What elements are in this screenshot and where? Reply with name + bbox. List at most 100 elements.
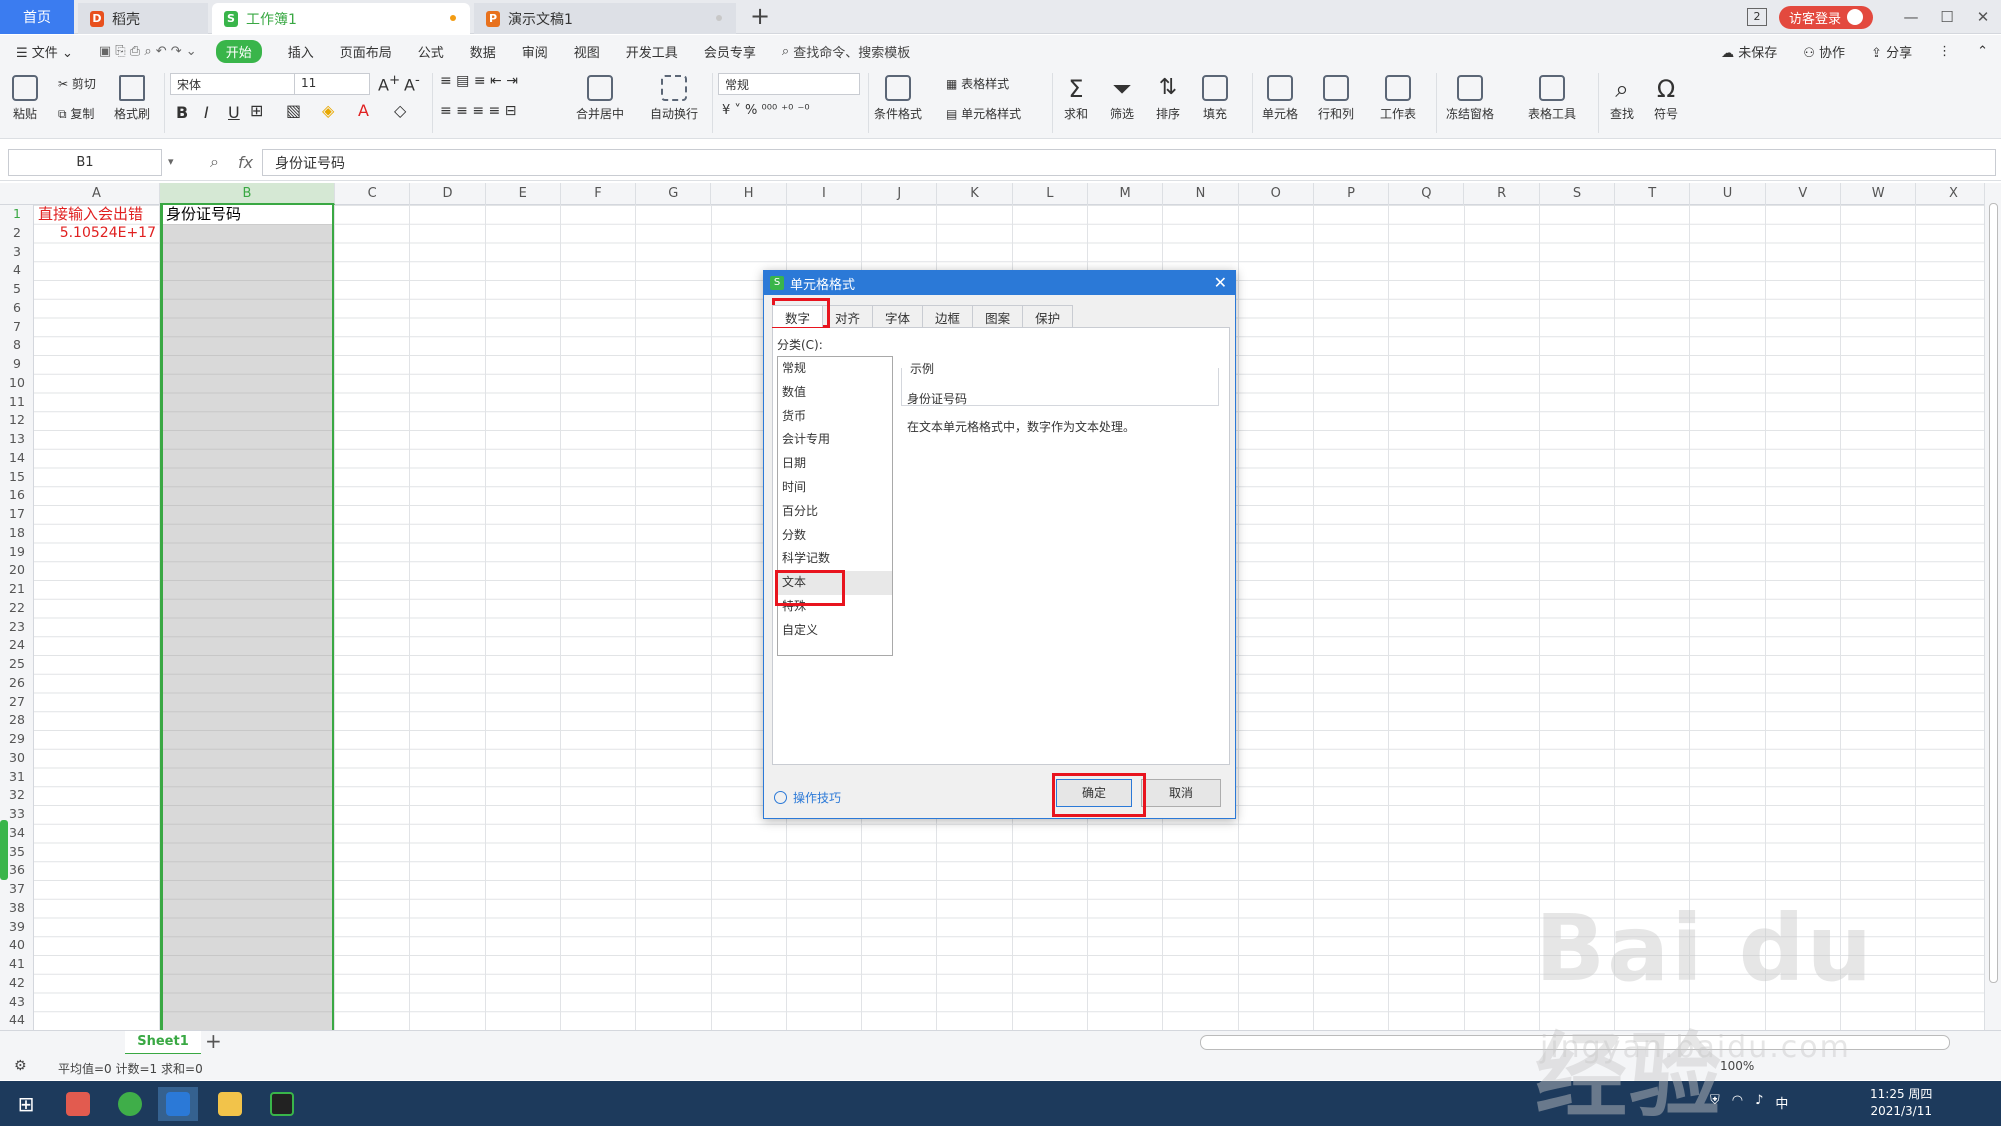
merge-center-button[interactable]: 合并居中 xyxy=(576,75,624,122)
menu-dev-tools[interactable]: 开发工具 xyxy=(626,42,678,61)
sort-button[interactable]: ⇅ 排序 xyxy=(1156,75,1180,122)
menu-review[interactable]: 审阅 xyxy=(522,42,548,61)
row-header-1[interactable]: 1 xyxy=(0,205,34,224)
row-header-8[interactable]: 8 xyxy=(0,336,34,355)
italic-icon[interactable]: I xyxy=(204,103,209,122)
sum-button[interactable]: Σ 求和 xyxy=(1064,75,1088,122)
align-left-icon[interactable]: ≡ ≡ ≡ ≡ ⊟ xyxy=(440,103,516,119)
dialog-tab-0[interactable]: 数字 xyxy=(772,305,824,327)
row-header-41[interactable]: 41 xyxy=(0,955,34,974)
column-header-w[interactable]: W xyxy=(1841,183,1917,205)
column-header-s[interactable]: S xyxy=(1540,183,1616,205)
fill-button[interactable]: 填充 xyxy=(1202,75,1228,122)
row-header-27[interactable]: 27 xyxy=(0,693,34,712)
row-header-11[interactable]: 11 xyxy=(0,393,34,412)
app-icon-1[interactable] xyxy=(58,1087,98,1121)
menu-insert[interactable]: 插入 xyxy=(288,42,314,61)
quick-access-icons[interactable]: ▣ ⎘ ⎙ ⌕ ↶ ↷ ⌄ xyxy=(99,44,197,59)
row-col-button[interactable]: 行和列 xyxy=(1318,75,1354,122)
column-header-d[interactable]: D xyxy=(410,183,486,205)
name-box[interactable]: B1 xyxy=(8,149,162,176)
row-header-7[interactable]: 7 xyxy=(0,318,34,337)
symbol-button[interactable]: Ω 符号 xyxy=(1654,75,1678,122)
column-header-r[interactable]: R xyxy=(1465,183,1540,205)
row-header-38[interactable]: 38 xyxy=(0,899,34,918)
cancel-button[interactable]: 取消 xyxy=(1141,779,1221,807)
row-header-26[interactable]: 26 xyxy=(0,674,34,693)
scroll-thumb[interactable] xyxy=(1989,203,1998,983)
row-header-21[interactable]: 21 xyxy=(0,580,34,599)
row-header-15[interactable]: 15 xyxy=(0,468,34,487)
close-window-button[interactable]: ✕ xyxy=(1965,8,2001,26)
number-format-select[interactable]: 常规 xyxy=(718,73,860,95)
tab-workbook[interactable]: S 工作簿1 xyxy=(212,3,470,34)
collapse-ribbon-icon[interactable]: ⌃ xyxy=(1977,44,1988,59)
column-header-i[interactable]: I xyxy=(787,183,863,205)
filter-button[interactable]: ⏷ 筛选 xyxy=(1110,75,1134,122)
row-header-31[interactable]: 31 xyxy=(0,768,34,787)
unsaved-button[interactable]: ☁ 未保存 xyxy=(1721,42,1777,61)
freeze-panes-button[interactable]: 冻结窗格 xyxy=(1446,75,1494,122)
font-color-icon[interactable]: A xyxy=(358,101,369,120)
row-header-44[interactable]: 44 xyxy=(0,1011,34,1030)
collab-button[interactable]: ⚇ 协作 xyxy=(1803,42,1845,61)
category-item[interactable]: 科学记数 xyxy=(778,547,892,571)
column-header-m[interactable]: M xyxy=(1088,183,1164,205)
row-header-4[interactable]: 4 xyxy=(0,261,34,280)
column-header-o[interactable]: O xyxy=(1239,183,1314,205)
column-header-g[interactable]: G xyxy=(636,183,712,205)
app-icon-folder[interactable] xyxy=(210,1087,250,1121)
category-item[interactable]: 百分比 xyxy=(778,500,892,524)
font-name-select[interactable]: 宋体 xyxy=(170,73,296,95)
row-header-40[interactable]: 40 xyxy=(0,936,34,955)
formula-input[interactable]: 身份证号码 xyxy=(262,149,1996,176)
cell-style-button[interactable]: ▤ 单元格样式 xyxy=(946,105,1021,122)
clear-icon[interactable]: ◇ xyxy=(394,101,406,120)
row-header-23[interactable]: 23 xyxy=(0,618,34,637)
row-header-25[interactable]: 25 xyxy=(0,655,34,674)
app-icon-wps[interactable] xyxy=(158,1087,198,1121)
add-tab-button[interactable]: + xyxy=(750,2,770,30)
cell-button[interactable]: 单元格 xyxy=(1262,75,1298,122)
tab-daoke[interactable]: D 稻壳 xyxy=(78,3,208,34)
tab-presentation[interactable]: P 演示文稿1 xyxy=(474,3,736,34)
tips-link[interactable]: 操作技巧 xyxy=(774,789,841,806)
more-icon[interactable]: ⋮ xyxy=(1938,44,1951,59)
menu-file[interactable]: ☰ 文件 ⌄ xyxy=(16,42,73,61)
dialog-tab-5[interactable]: 保护 xyxy=(1022,305,1074,327)
dialog-tab-3[interactable]: 边框 xyxy=(922,305,974,327)
row-header-16[interactable]: 16 xyxy=(0,486,34,505)
shrink-font-icon[interactable]: A- xyxy=(404,73,420,94)
dialog-tab-2[interactable]: 字体 xyxy=(872,305,924,327)
menu-formula[interactable]: 公式 xyxy=(418,42,444,61)
row-header-2[interactable]: 2 xyxy=(0,224,34,243)
cut-button[interactable]: ✂ 剪切 xyxy=(58,75,96,92)
underline-icon[interactable]: U xyxy=(228,103,240,122)
column-header-c[interactable]: C xyxy=(335,183,411,205)
menu-start[interactable]: 开始 xyxy=(215,39,262,63)
column-header-x[interactable]: X xyxy=(1916,183,1992,205)
sheet-tab-sheet1[interactable]: Sheet1 xyxy=(125,1031,201,1055)
row-header-24[interactable]: 24 xyxy=(0,636,34,655)
row-header-39[interactable]: 39 xyxy=(0,918,34,937)
row-header-22[interactable]: 22 xyxy=(0,599,34,618)
font-size-select[interactable]: 11 xyxy=(294,73,370,95)
zoom-icon[interactable]: ⌕ xyxy=(210,152,219,172)
row-header-13[interactable]: 13 xyxy=(0,430,34,449)
category-item[interactable]: 特殊 xyxy=(778,595,892,619)
category-item[interactable]: 自定义 xyxy=(778,619,892,643)
fill-color-icon[interactable]: ◈ xyxy=(322,101,334,120)
column-header-v[interactable]: V xyxy=(1766,183,1841,205)
align-top-icon[interactable]: ≡ ▤ ≡ ⇤ ⇥ xyxy=(440,73,518,89)
row-header-18[interactable]: 18 xyxy=(0,524,34,543)
row-header-20[interactable]: 20 xyxy=(0,561,34,580)
bold-icon[interactable]: B xyxy=(176,103,188,122)
selected-column-b[interactable] xyxy=(160,205,335,1030)
format-painter-button[interactable]: 格式刷 xyxy=(114,75,150,122)
fx-icon[interactable]: fx xyxy=(238,153,253,172)
menu-view[interactable]: 视图 xyxy=(574,42,600,61)
worksheet-button[interactable]: 工作表 xyxy=(1380,75,1416,122)
column-header-q[interactable]: Q xyxy=(1389,183,1465,205)
row-header-3[interactable]: 3 xyxy=(0,243,34,262)
category-item[interactable]: 时间 xyxy=(778,476,892,500)
